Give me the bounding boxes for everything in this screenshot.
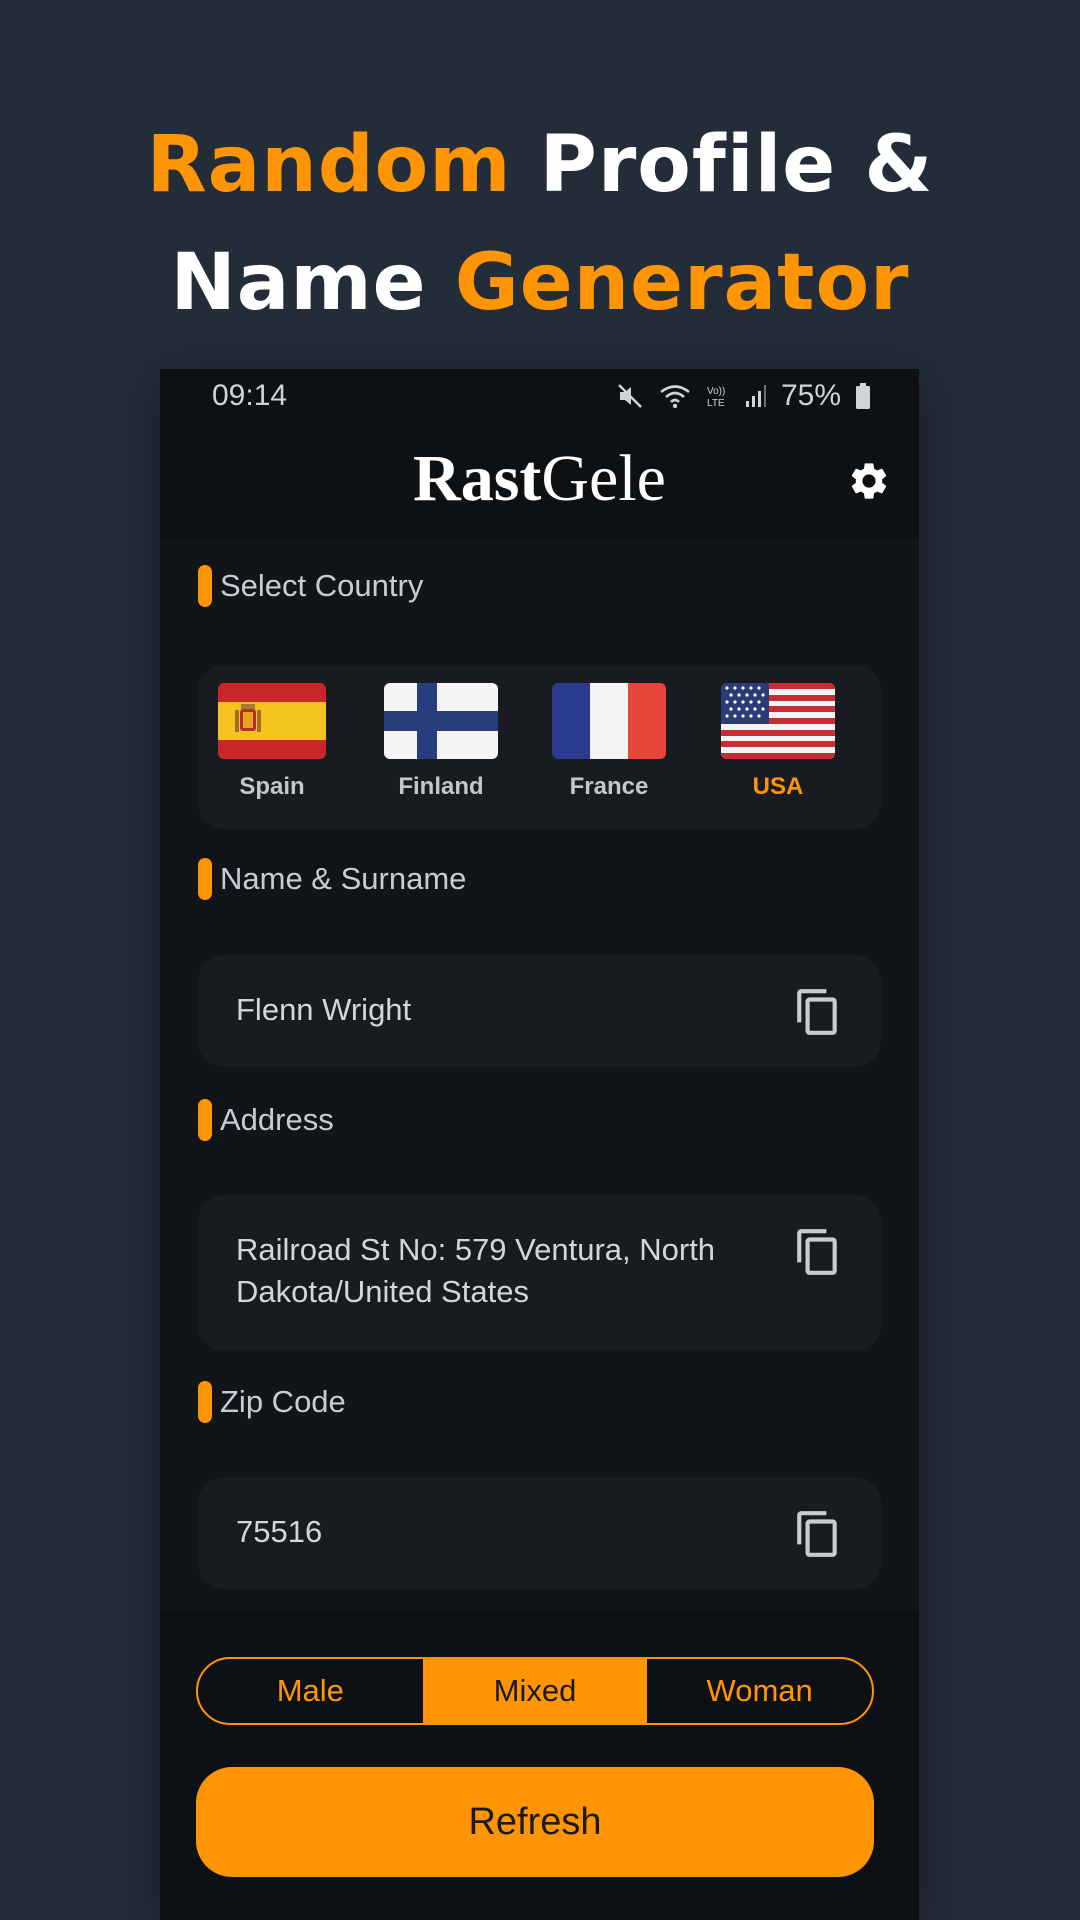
label-accent-bar xyxy=(198,1099,212,1141)
address-label: Address xyxy=(198,1099,334,1141)
name-value: Flenn Wright xyxy=(236,992,412,1027)
wifi-icon xyxy=(660,385,690,409)
address-field: Railroad St No: 579 Ventura, North Dakot… xyxy=(198,1195,881,1351)
gender-option-woman[interactable]: Woman xyxy=(647,1659,872,1723)
svg-text:LTE: LTE xyxy=(707,398,725,409)
copy-icon xyxy=(797,989,837,1035)
label-accent-bar xyxy=(198,565,212,607)
name-surname-label: Name & Surname xyxy=(198,858,466,900)
battery-icon xyxy=(856,383,870,409)
mute-icon xyxy=(618,384,642,408)
zip-code-label: Zip Code xyxy=(198,1381,346,1423)
bottom-panel: Male Mixed Woman Refresh xyxy=(160,1611,919,1920)
zip-code-value: 75516 xyxy=(236,1514,323,1549)
gender-option-male[interactable]: Male xyxy=(198,1659,423,1723)
copy-zip-button[interactable] xyxy=(793,1509,843,1559)
gender-option-mixed[interactable]: Mixed xyxy=(422,1659,648,1723)
status-icons: Vo)) LTE 75% xyxy=(617,379,871,413)
copy-name-button[interactable] xyxy=(793,987,843,1037)
gender-selector: Male Mixed Woman xyxy=(196,1657,874,1725)
headline-line-2: Name Generator xyxy=(170,238,910,328)
spain-flag-icon xyxy=(218,683,326,759)
headline-line-1: Random Profile & xyxy=(146,120,934,210)
usa-flag-icon xyxy=(721,683,835,759)
app-logo: RastGele xyxy=(413,442,666,515)
name-field: Flenn Wright xyxy=(198,955,881,1067)
country-option-finland[interactable]: Finland xyxy=(361,683,521,801)
gear-icon xyxy=(851,463,887,499)
select-country-label: Select Country xyxy=(198,565,423,607)
app-bar: RastGele xyxy=(160,423,919,539)
refresh-button[interactable]: Refresh xyxy=(196,1767,874,1877)
promo-headline: Random Profile & Name Generator xyxy=(0,106,1080,342)
svg-text:Vo)): Vo)) xyxy=(707,386,725,397)
copy-address-button[interactable] xyxy=(793,1227,843,1277)
label-accent-bar xyxy=(198,858,212,900)
country-option-france[interactable]: France xyxy=(529,683,689,801)
phone-screen: 09:14 Vo)) LTE 75% RastGele Select Count… xyxy=(160,369,919,1920)
country-option-spain[interactable]: Spain xyxy=(192,683,352,801)
battery-percent: 75% xyxy=(780,379,841,412)
signal-icon xyxy=(745,385,766,407)
finland-flag-icon xyxy=(384,683,498,759)
country-option-usa[interactable]: USA xyxy=(698,683,858,801)
copy-icon xyxy=(797,1229,837,1275)
country-selector: Spain Finland France USA xyxy=(198,665,881,829)
settings-button[interactable] xyxy=(847,459,891,503)
copy-icon xyxy=(797,1511,837,1557)
address-value: Railroad St No: 579 Ventura, North Dakot… xyxy=(236,1232,716,1309)
label-accent-bar xyxy=(198,1381,212,1423)
france-flag-icon xyxy=(552,683,666,759)
volte-icon: Vo)) LTE xyxy=(707,386,725,409)
status-bar: 09:14 Vo)) LTE 75% xyxy=(160,369,919,423)
zip-code-field: 75516 xyxy=(198,1477,881,1589)
status-time: 09:14 xyxy=(212,379,288,412)
